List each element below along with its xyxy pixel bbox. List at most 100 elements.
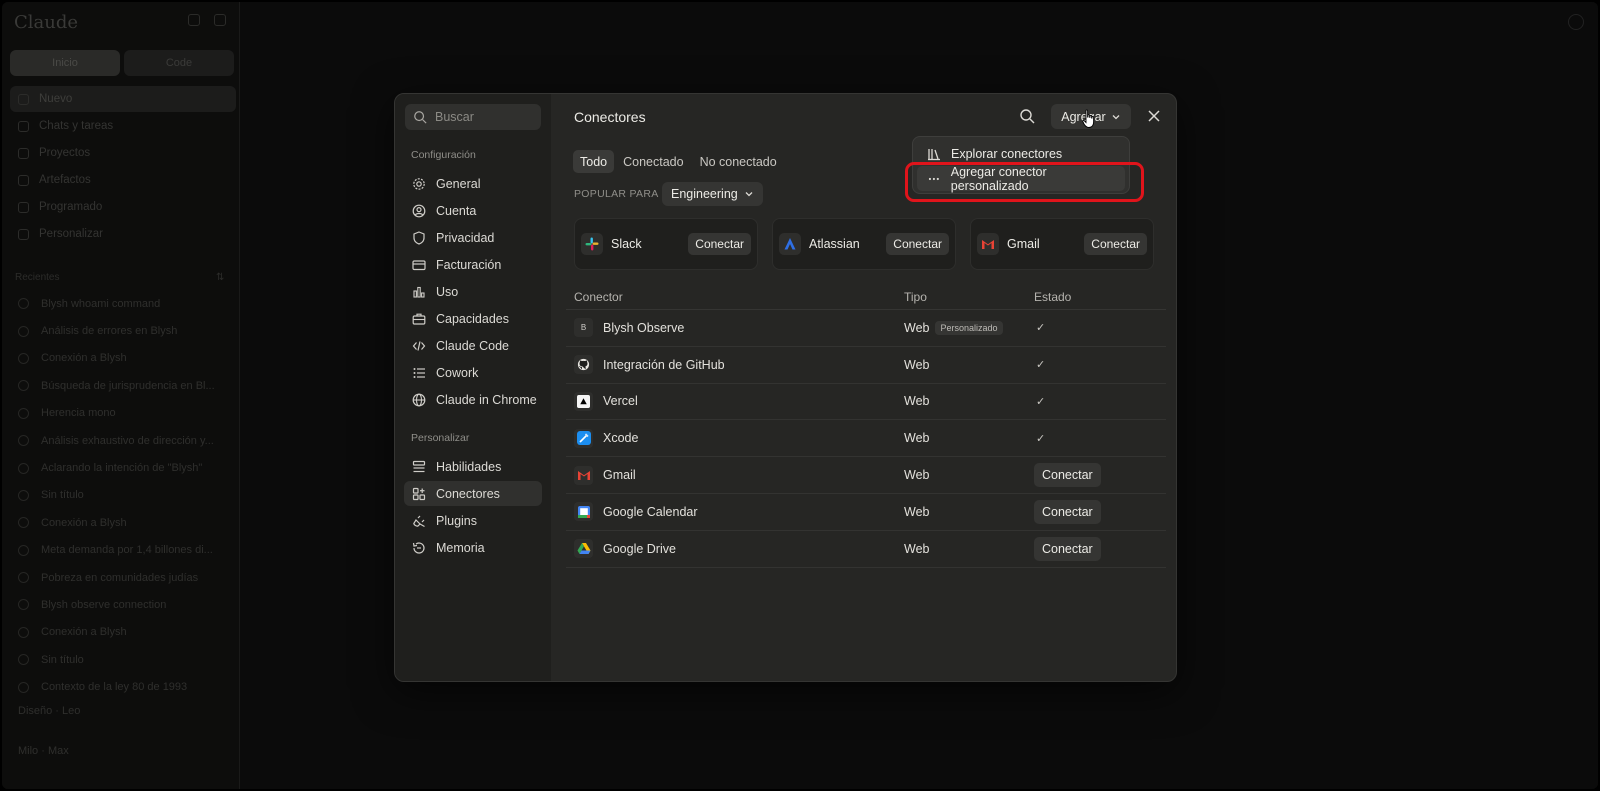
recent-chat-item[interactable]: Sin título [10, 482, 236, 509]
sidebar-item-claude-in-chrome[interactable]: Claude in Chrome [404, 387, 542, 412]
chat-bubble-icon [18, 572, 29, 584]
code-icon [412, 340, 426, 351]
connect-button[interactable]: Conectar [1034, 499, 1101, 524]
table-row[interactable]: B Blysh Observe Web Personalizado ✓ [566, 310, 1166, 347]
project-row[interactable]: Diseño · Leo [18, 705, 80, 717]
connect-button[interactable]: Conectar [1034, 463, 1101, 488]
recent-chat-item[interactable]: Análisis exhaustivo de dirección y... [10, 427, 236, 454]
sidebar-item-capacidades[interactable]: Capacidades [404, 306, 542, 331]
recent-chat-label: Contexto de la ley 80 de 1993 [41, 681, 188, 694]
config-list: General Cuenta Privacidad Facturación Uso Cap… [404, 171, 542, 414]
sidebar-item-plugins[interactable]: Plugins [404, 508, 542, 533]
recent-chat-item[interactable]: Análisis de errores en Blysh [10, 317, 236, 344]
connected-check-icon: ✓ [1036, 322, 1046, 335]
nav-item-chats[interactable]: Chats y tareas [10, 113, 236, 139]
settings-search[interactable] [405, 104, 541, 130]
nav-item-programado[interactable]: Programado [10, 194, 236, 220]
recent-chat-item[interactable]: Contexto de la ley 80 de 1993 [10, 673, 236, 700]
connector-name: Gmail [603, 468, 636, 483]
popular-label: POPULAR PARA [574, 188, 659, 200]
tab-conectado[interactable]: Conectado [616, 150, 690, 173]
connect-button[interactable]: Conectar [886, 233, 949, 255]
popular-cards: Slack Conectar Atlassian Conectar Gmail … [574, 218, 1154, 270]
recent-chat-item[interactable]: Herencia mono [10, 400, 236, 427]
sidebar-toggle-icon[interactable] [188, 14, 200, 26]
connect-button[interactable]: Conectar [1034, 536, 1101, 561]
recent-chat-item[interactable]: Conexión a Blysh [10, 345, 236, 372]
sidebar-item-privacidad[interactable]: Privacidad [404, 225, 542, 250]
card-slack[interactable]: Slack Conectar [574, 218, 758, 270]
mode-switch: Inicio Code [10, 50, 234, 76]
close-button[interactable] [1144, 106, 1164, 126]
chat-bubble-icon [18, 517, 29, 529]
tab-no-conectado[interactable]: No conectado [693, 150, 784, 173]
card-name: Slack [611, 237, 642, 251]
popular-select[interactable]: Engineering [662, 182, 763, 206]
sidebar-item-general[interactable]: General [404, 171, 542, 196]
nav-item-artefactos[interactable]: Artefactos [10, 167, 236, 193]
recents-toggle-icon[interactable]: ⇅ [216, 272, 224, 283]
table-row[interactable]: Gmail Web Conectar [566, 457, 1166, 494]
search-icon[interactable] [214, 14, 226, 26]
section-personalizar: Personalizar [411, 432, 470, 444]
recent-chat-item[interactable]: Aclarando la intención de "Blysh" [10, 454, 236, 481]
recent-chat-item[interactable]: Sin título [10, 646, 236, 673]
recent-chat-item[interactable]: Blysh observe connection [10, 591, 236, 618]
personalize-list: Habilidades Conectores Plugins Memoria [404, 454, 542, 562]
connect-button[interactable]: Conectar [688, 233, 751, 255]
chat-bubble-icon [18, 681, 29, 693]
recent-chat-label: Blysh observe connection [41, 598, 167, 611]
slack-icon [581, 233, 603, 255]
connector-name: Integración de GitHub [603, 357, 725, 372]
sidebar-item-uso[interactable]: Uso [404, 279, 542, 304]
card-gmail[interactable]: Gmail Conectar [970, 218, 1154, 270]
table-row[interactable]: Xcode Web ✓ [566, 420, 1166, 458]
nav-item-proyectos[interactable]: Proyectos [10, 140, 236, 166]
ghost-icon[interactable] [1568, 14, 1584, 30]
recent-chat-item[interactable]: Conexión a Blysh [10, 619, 236, 646]
sidebar-item-label: Privacidad [436, 230, 495, 245]
table-row[interactable]: Google Calendar Web Conectar [566, 494, 1166, 531]
col-tipo: Tipo [904, 289, 927, 304]
seg-inicio[interactable]: Inicio [10, 50, 120, 76]
connector-name: Google Drive [603, 541, 676, 556]
sidebar-item-habilidades[interactable]: Habilidades [404, 454, 542, 479]
table-row[interactable]: Integración de GitHub Web ✓ [566, 347, 1166, 384]
briefcase-icon [18, 228, 29, 240]
table-row[interactable]: Google Drive Web Conectar [566, 531, 1166, 568]
settings-search-input[interactable] [435, 110, 535, 124]
search-button[interactable] [1019, 108, 1039, 128]
recent-chat-item[interactable]: Meta demanda por 1,4 billones di... [10, 537, 236, 564]
sidebar-item-label: Plugins [436, 513, 477, 528]
recent-chat-item[interactable]: Pobreza en comunidades judías [10, 564, 236, 591]
recent-chat-item[interactable]: Conexión a Blysh [10, 509, 236, 536]
connector-name: Blysh Observe [603, 320, 685, 335]
connectors-icon [412, 487, 426, 500]
clock-icon [18, 201, 29, 213]
connect-button[interactable]: Conectar [1084, 233, 1147, 255]
sidebar-item-facturación[interactable]: Facturación [404, 252, 542, 277]
vercel-icon [574, 391, 593, 411]
sidebar-item-claude-code[interactable]: Claude Code [404, 333, 542, 358]
sidebar-item-cowork[interactable]: Cowork [404, 360, 542, 385]
sidebar-item-conectores[interactable]: Conectores [404, 481, 542, 506]
card-atlassian[interactable]: Atlassian Conectar [772, 218, 956, 270]
nav-label: Chats y tareas [39, 120, 114, 132]
seg-code[interactable]: Code [124, 50, 234, 76]
sidebar-item-label: Claude in Chrome [436, 392, 537, 407]
tab-todo[interactable]: Todo [573, 150, 615, 173]
recent-chat-label: Conexión a Blysh [41, 352, 127, 365]
nav-item-nuevo[interactable]: Nuevo [10, 86, 236, 112]
globe-icon [412, 393, 426, 406]
nav-item-personalizar[interactable]: Personalizar [10, 221, 236, 247]
sidebar-item-label: General [436, 176, 481, 191]
recent-chat-label: Análisis de errores en Blysh [41, 325, 178, 338]
recent-chat-label: Sin título [41, 489, 84, 502]
user-row[interactable]: Milo · Max [18, 745, 69, 757]
table-row[interactable]: Vercel Web ✓ [566, 384, 1166, 421]
recent-chat-item[interactable]: Blysh whoami command [10, 290, 236, 317]
connector-type: Web [904, 394, 930, 409]
sidebar-item-memoria[interactable]: Memoria [404, 535, 542, 560]
sidebar-item-cuenta[interactable]: Cuenta [404, 198, 542, 223]
recent-chat-item[interactable]: Búsqueda de jurisprudencia en Bl... [10, 372, 236, 399]
